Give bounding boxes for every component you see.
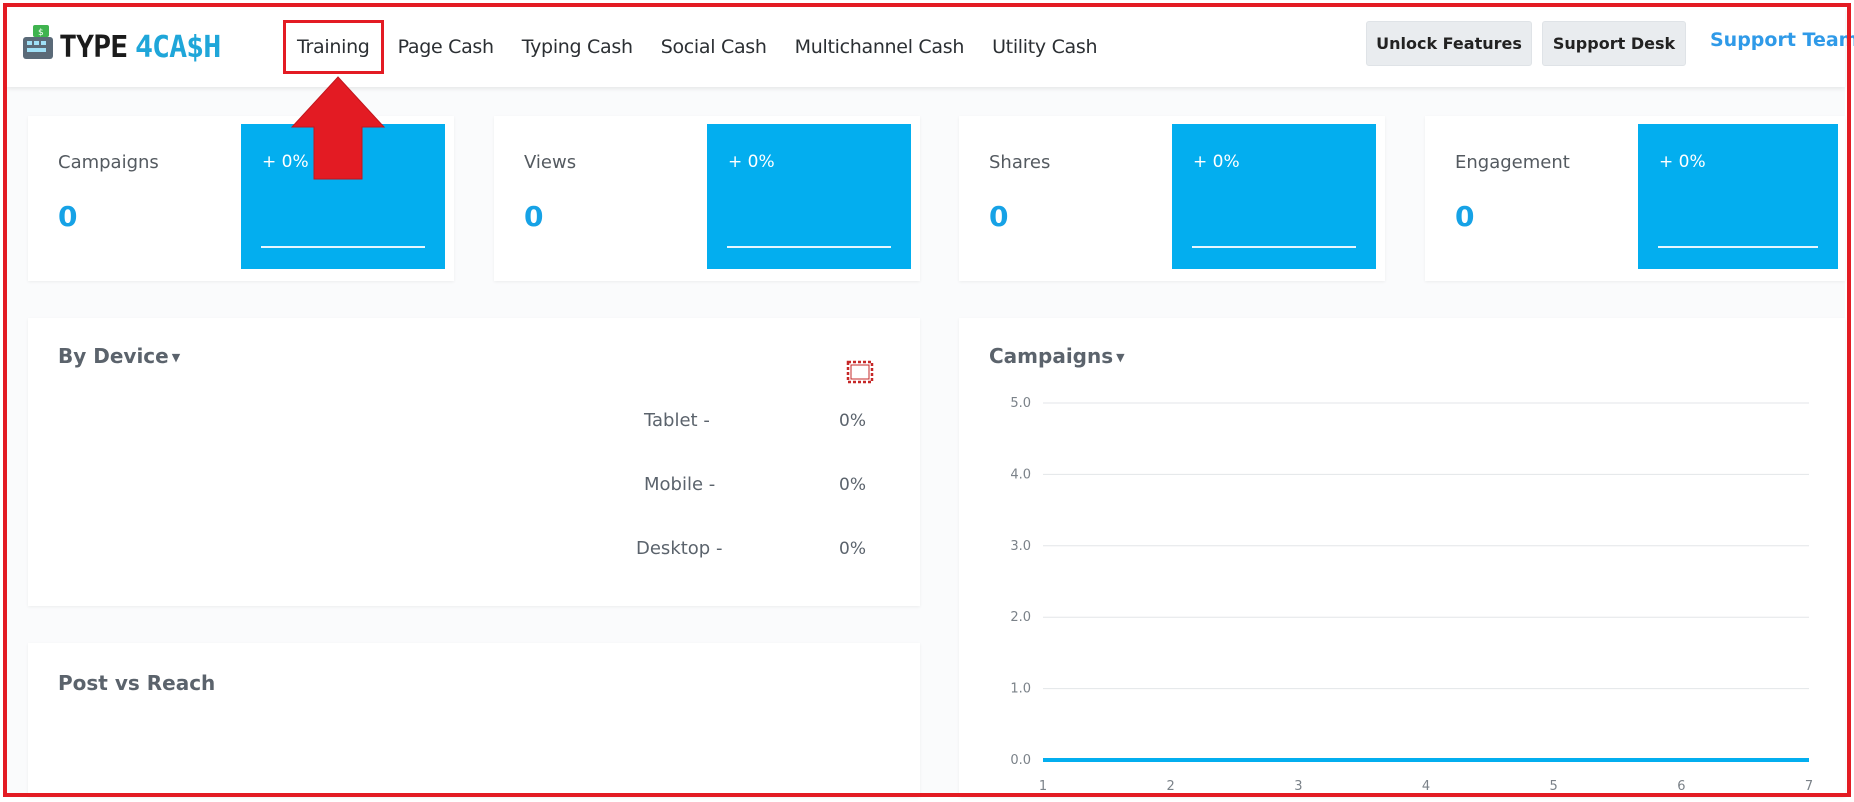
caret-down-icon: ▼: [171, 351, 181, 364]
main-nav: Training Page Cash Typing Cash Social Ca…: [283, 7, 1125, 87]
stat-trend-box: + 0%: [1172, 124, 1376, 269]
stat-card-views: Views 0 + 0%: [494, 116, 920, 281]
stat-label: Shares: [989, 152, 1051, 173]
stat-label: Campaigns: [58, 152, 159, 173]
x-tick-label: 1: [1039, 779, 1047, 794]
stat-label: Engagement: [1455, 152, 1570, 173]
panel-title: By Device: [58, 344, 169, 368]
sparkline: [1658, 246, 1818, 248]
nav-utility-cash[interactable]: Utility Cash: [992, 36, 1097, 58]
svg-text:4CA$H: 4CA$H: [135, 30, 220, 65]
x-tick-label: 6: [1677, 779, 1685, 794]
x-tick-label: 4: [1422, 779, 1430, 794]
device-pct-mobile: 0%: [839, 475, 866, 495]
support-team-label: Support Team: [1710, 29, 1854, 51]
stat-card-shares: Shares 0 + 0%: [959, 116, 1385, 281]
y-tick-label: 2.0: [1010, 610, 1031, 625]
device-pct-tablet: 0%: [839, 411, 866, 431]
x-tick-label: 2: [1167, 779, 1175, 794]
y-tick-label: 1.0: [1010, 682, 1031, 697]
svg-text:TYPE: TYPE: [59, 30, 127, 65]
nav-social-cash[interactable]: Social Cash: [661, 36, 767, 58]
top-navbar: $ TYPE 4CA$H Training Page Cash Typing C…: [7, 7, 1854, 87]
nav-multichannel-cash[interactable]: Multichannel Cash: [795, 36, 965, 58]
x-tick-label: 3: [1294, 779, 1302, 794]
sparkline: [1192, 246, 1356, 248]
support-team-menu[interactable]: Support Team▾: [1710, 29, 1854, 51]
nav-typing-cash[interactable]: Typing Cash: [522, 36, 633, 58]
svg-text:$: $: [38, 28, 44, 38]
nav-page-cash[interactable]: Page Cash: [398, 36, 494, 58]
device-pct-desktop: 0%: [839, 539, 866, 559]
support-desk-button[interactable]: Support Desk: [1542, 21, 1686, 66]
stat-change: + 0%: [1659, 152, 1706, 172]
stat-label: Views: [524, 152, 577, 173]
panel-title: Post vs Reach: [58, 671, 216, 695]
brand-logo[interactable]: $ TYPE 4CA$H: [19, 19, 249, 69]
campaigns-line-chart: 5.0 4.0 3.0 2.0 1.0 0.0 1 2 3 4 5 6 7: [1010, 396, 1813, 794]
unlock-features-button[interactable]: Unlock Features: [1366, 21, 1532, 66]
y-tick-label: 3.0: [1010, 539, 1031, 554]
stat-trend-box: + 0%: [707, 124, 911, 269]
y-tick-label: 0.0: [1010, 753, 1031, 768]
x-tick-label: 7: [1805, 779, 1813, 794]
stat-value: 0: [58, 200, 78, 233]
x-tick-label: 5: [1550, 779, 1558, 794]
stat-value: 0: [1455, 200, 1475, 233]
y-tick-label: 4.0: [1010, 467, 1031, 482]
by-device-panel: By Device ▼ Tablet - 0% Mobile - 0% Deskt…: [28, 318, 920, 606]
stat-change: + 0%: [728, 152, 775, 172]
device-label-mobile: Mobile -: [644, 474, 716, 495]
device-label-tablet: Tablet -: [644, 410, 710, 431]
expand-icon[interactable]: [846, 360, 874, 384]
stat-value: 0: [989, 200, 1009, 233]
stat-card-campaigns: Campaigns 0 + 0%: [28, 116, 454, 281]
nav-training[interactable]: Training: [283, 20, 384, 74]
stat-value: 0: [524, 200, 544, 233]
annotation-arrow: [290, 76, 386, 180]
campaigns-chart-panel: Campaigns ▼ 5.0 4.0 3.0 2.0 1.0 0.0 1 2 3 4 5 6 7: [959, 318, 1845, 797]
by-device-dropdown[interactable]: By Device ▼: [58, 344, 180, 368]
sparkline: [261, 246, 425, 248]
sparkline: [727, 246, 891, 248]
post-vs-reach-panel: Post vs Reach: [28, 643, 920, 797]
stat-card-engagement: Engagement 0 + 0%: [1425, 116, 1845, 281]
keyboard-icon: $ TYPE 4CA$H: [23, 25, 221, 65]
stat-trend-box: + 0%: [1638, 124, 1838, 269]
stat-change: + 0%: [1193, 152, 1240, 172]
y-tick-label: 5.0: [1010, 396, 1031, 411]
device-label-desktop: Desktop -: [636, 538, 723, 559]
